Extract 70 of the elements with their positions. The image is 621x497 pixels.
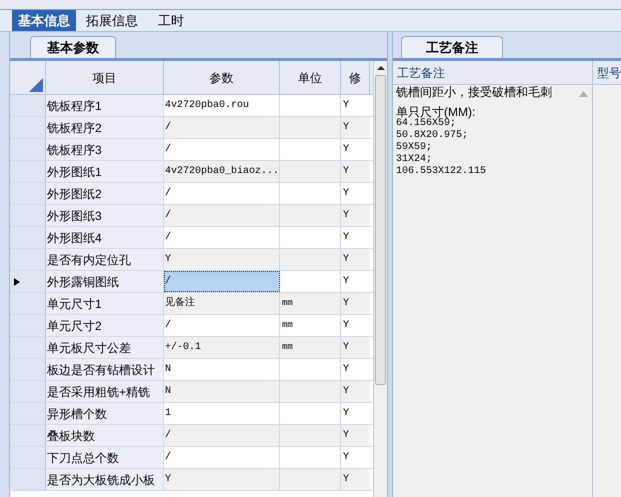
table-cell: 是否有内定位孔 [46, 249, 164, 270]
panel-tab[interactable]: 基本参数 [30, 36, 116, 58]
column-header[interactable]: 工艺备注 [393, 61, 593, 84]
table-cell: 异形槽个数 [46, 403, 164, 424]
table-cell: Y [341, 249, 370, 270]
table-cell[interactable]: / [164, 183, 280, 204]
corner-triangle-icon [29, 78, 43, 92]
row-header[interactable] [10, 271, 46, 292]
note-text: 106.553X122.115 [396, 166, 488, 178]
note-text: 50.8X20.975; [396, 130, 470, 142]
table-cell: 单元尺寸1 [46, 293, 164, 314]
table-cell: mm [280, 293, 341, 314]
table-cell[interactable]: N [164, 381, 280, 402]
column-header[interactable]: 单位 [280, 61, 341, 94]
table-cell[interactable]: / [164, 447, 280, 468]
table-cell[interactable]: 见备注 [164, 293, 280, 314]
table-cell[interactable]: N [164, 359, 280, 380]
table-cell: 外形露铜图纸 [46, 271, 164, 292]
table-cell: 外形图纸3 [46, 205, 164, 226]
table-cell[interactable]: / [164, 139, 280, 160]
table-cell: mm [280, 315, 341, 336]
table-cell: 下刀点总个数 [46, 447, 164, 468]
table-cell: 单元尺寸2 [46, 315, 164, 336]
scrollbar[interactable] [373, 61, 387, 497]
table-cell: 外形图纸1 [46, 161, 164, 182]
table-cell: 外形图纸4 [46, 227, 164, 248]
table-cell: Y [341, 337, 370, 358]
note-text: 单只尺寸(MM): [396, 106, 476, 118]
table-cell[interactable]: / [164, 205, 280, 226]
row-pointer-icon [14, 278, 20, 286]
table-cell: mm [280, 337, 341, 358]
table-cell[interactable]: +/-0.1 [164, 337, 280, 358]
table-cell[interactable]: / [164, 227, 280, 248]
column-header[interactable]: 参数 [164, 61, 280, 94]
table-cell: Y [341, 161, 370, 182]
table-cell[interactable]: / [164, 271, 280, 292]
note-text: 64.156X59; [396, 118, 456, 130]
table-cell: 是否采用粗铣+精铣 [46, 381, 164, 402]
column-header[interactable]: 项目 [46, 61, 164, 94]
table-cell[interactable]: / [164, 117, 280, 138]
table-cell: Y [341, 469, 370, 490]
table-cell: Y [341, 293, 370, 314]
table-cell: Y [341, 425, 370, 446]
table-cell: 板边是否有钻槽设计 [46, 359, 164, 380]
column-header[interactable]: 修 [341, 61, 370, 94]
note-text: 59X59; [396, 142, 434, 154]
tab[interactable]: 工时 [148, 10, 194, 31]
table-cell[interactable]: / [164, 425, 280, 446]
table-cell: Y [341, 117, 370, 138]
table-cell: 外形图纸2 [46, 183, 164, 204]
column-header[interactable]: 型号 [593, 61, 621, 84]
table-cell[interactable]: Y [164, 249, 280, 270]
panel-tab[interactable]: 工艺备注 [401, 36, 503, 58]
table-cell: 铣板程序2 [46, 117, 164, 138]
table-cell: Y [341, 381, 370, 402]
table-cell: Y [341, 205, 370, 226]
table-cell: 叠板块数 [46, 425, 164, 446]
note-text: 铣槽间距小，接受破槽和毛刺 [396, 86, 553, 98]
table-cell: 铣板程序1 [46, 95, 164, 116]
table-cell: 是否为大板铣成小板 [46, 469, 164, 490]
table-cell: 铣板程序3 [46, 139, 164, 160]
table-cell: 单元板尺寸公差 [46, 337, 164, 358]
note-text: 31X24; [396, 154, 434, 166]
table-cell[interactable]: 4v2720pba0.rou [164, 95, 280, 116]
table-cell[interactable]: 1 [164, 403, 280, 424]
table-cell[interactable]: / [164, 315, 280, 336]
table-cell[interactable]: 4v2720pba0_biaoz... [164, 161, 280, 182]
tab[interactable]: 基本信息 [12, 10, 76, 31]
tab[interactable]: 拓展信息 [76, 10, 148, 31]
table-cell[interactable]: Y [164, 469, 280, 490]
